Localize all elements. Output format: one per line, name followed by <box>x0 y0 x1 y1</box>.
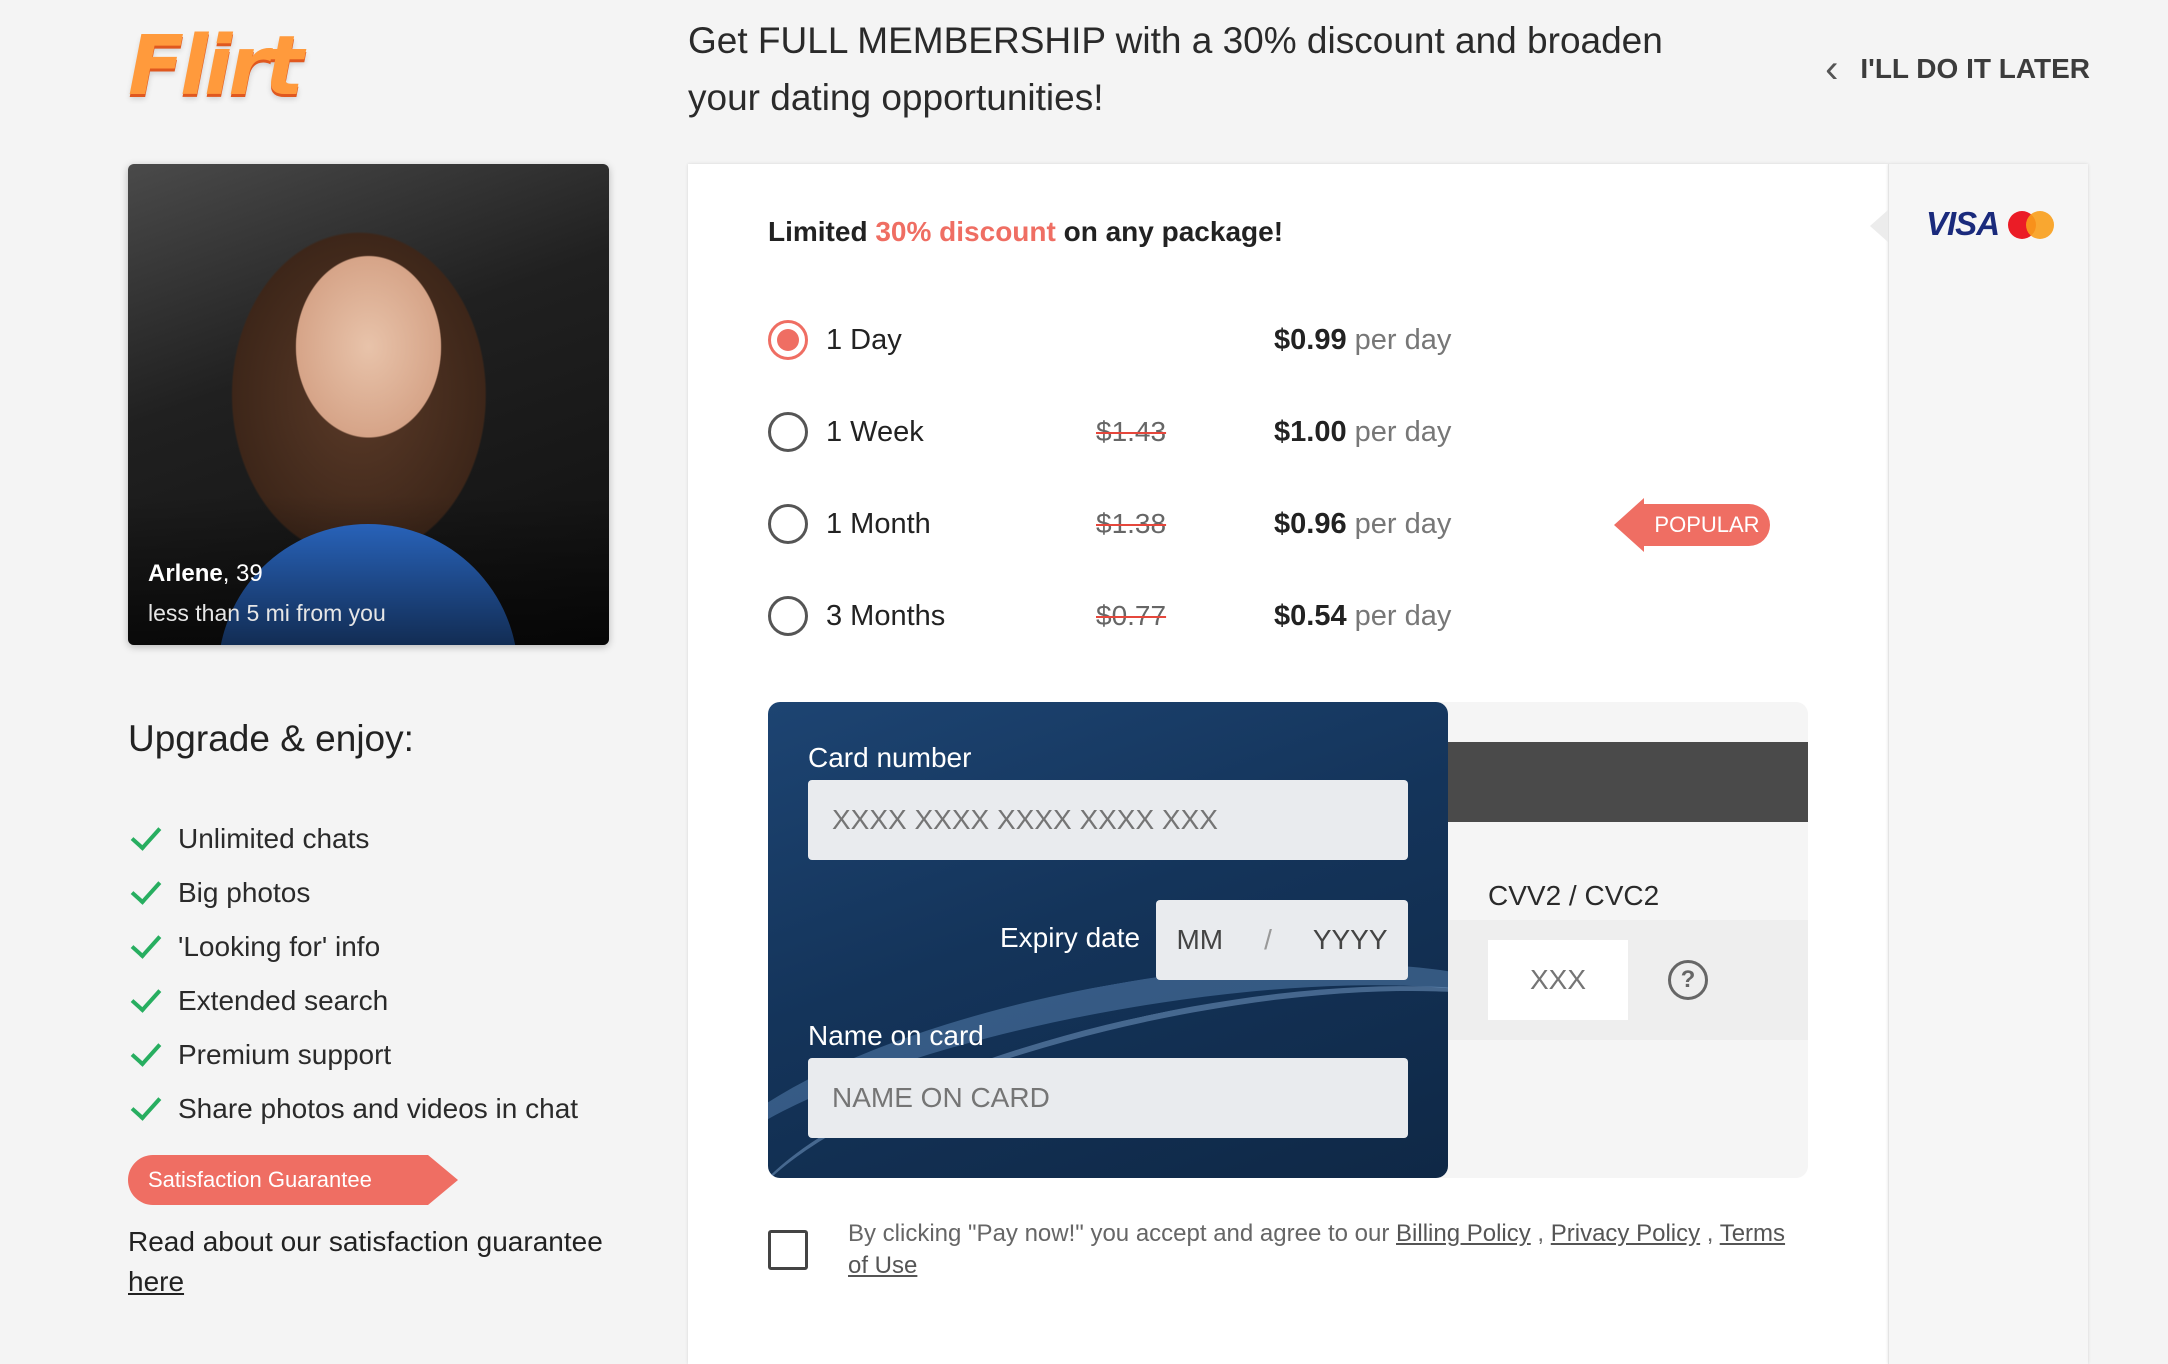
radio-selected[interactable] <box>768 320 808 360</box>
do-it-later-label: I'LL DO IT LATER <box>1860 53 2090 84</box>
expiry-date-field[interactable]: MM / YYYY <box>1156 900 1408 980</box>
visa-logo[interactable]: VISA <box>1926 205 2000 243</box>
guarantee-text: Read about our satisfaction guarantee he… <box>128 1226 603 1297</box>
page-headline: Get FULL MEMBERSHIP with a 30% discount … <box>688 20 1663 118</box>
package-price: $0.54 per day <box>1274 599 1452 632</box>
package-3-months[interactable]: 3 Months $0.77 $0.54 per day <box>768 586 1768 646</box>
cvv-label: CVV2 / CVC2 <box>1488 880 1660 911</box>
package-name: 1 Week <box>826 415 924 448</box>
profile-name-age: Arlene, 39 <box>148 560 263 588</box>
payment-method-pointer <box>1870 210 1888 242</box>
package-price: $0.96 per day <box>1274 507 1452 540</box>
discount-accent: 30% discount <box>875 216 1056 247</box>
help-icon[interactable]: ? <box>1668 960 1708 1000</box>
package-name: 1 Day <box>826 323 902 356</box>
package-price: $0.99 per day <box>1274 323 1452 356</box>
feature-item: 'Looking for' info <box>128 920 578 974</box>
expiry-separator: / <box>1264 924 1272 955</box>
check-icon <box>128 827 162 851</box>
privacy-policy-link[interactable]: Privacy Policy <box>1551 1220 1700 1247</box>
cvv-input[interactable] <box>1488 940 1628 1020</box>
mastercard-icon[interactable] <box>2008 211 2056 239</box>
check-icon <box>128 935 162 959</box>
card-number-label: Card number <box>808 742 972 773</box>
expiry-year-input[interactable]: YYYY <box>1313 924 1388 956</box>
guarantee-link[interactable]: here <box>128 1266 184 1297</box>
card-number-input[interactable] <box>808 780 1408 860</box>
check-icon <box>128 989 162 1013</box>
profile-distance: less than 5 mi from you <box>148 600 386 626</box>
terms-checkbox[interactable] <box>768 1230 808 1270</box>
package-old-price: $1.38 <box>1096 508 1167 539</box>
discount-headline: Limited 30% discount on any package! <box>768 216 1284 247</box>
expiry-label: Expiry date <box>1000 922 1141 953</box>
feature-list: Unlimited chats Big photos 'Looking for'… <box>128 812 578 1136</box>
package-1-day[interactable]: 1 Day $0.99 per day <box>768 310 1768 370</box>
mastercard-orange-circle <box>2026 211 2054 239</box>
profile-name: Arlene <box>148 560 223 587</box>
profile-photo[interactable]: Arlene, 39 less than 5 mi from you <box>128 164 609 645</box>
package-name: 3 Months <box>826 599 946 632</box>
package-old-price: $0.77 <box>1096 600 1167 631</box>
feature-item: Premium support <box>128 1028 578 1082</box>
package-old-price: $1.43 <box>1096 416 1167 447</box>
package-price: $1.00 per day <box>1274 415 1452 448</box>
flirt-logo[interactable]: Flirt <box>128 24 304 110</box>
chevron-left-icon: ‹ <box>1825 46 1839 91</box>
do-it-later-link[interactable]: ‹ I'LL DO IT LATER <box>1810 40 2090 98</box>
card-magstripe <box>1440 742 1808 822</box>
expiry-month-input[interactable]: MM <box>1176 924 1223 956</box>
payment-methods-panel <box>1888 164 2088 1364</box>
upgrade-title: Upgrade & enjoy: <box>128 718 414 759</box>
radio-unselected[interactable] <box>768 504 808 544</box>
terms-text: By clicking "Pay now!" you accept and ag… <box>848 1220 1786 1279</box>
check-icon <box>128 881 162 905</box>
name-on-card-label: Name on card <box>808 1020 984 1051</box>
popular-badge: POPULAR <box>1614 498 1770 552</box>
feature-item: Share photos and videos in chat <box>128 1082 578 1136</box>
package-name: 1 Month <box>826 507 931 540</box>
billing-policy-link[interactable]: Billing Policy <box>1396 1220 1531 1247</box>
package-1-week[interactable]: 1 Week $1.43 $1.00 per day <box>768 402 1768 462</box>
feature-item: Unlimited chats <box>128 812 578 866</box>
feature-item: Extended search <box>128 974 578 1028</box>
satisfaction-guarantee-badge: Satisfaction Guarantee <box>128 1155 458 1205</box>
radio-unselected[interactable] <box>768 596 808 636</box>
profile-age: , 39 <box>222 560 263 587</box>
check-icon <box>128 1097 162 1121</box>
check-icon <box>128 1043 162 1067</box>
radio-unselected[interactable] <box>768 412 808 452</box>
name-on-card-input[interactable] <box>808 1058 1408 1138</box>
feature-item: Big photos <box>128 866 578 920</box>
